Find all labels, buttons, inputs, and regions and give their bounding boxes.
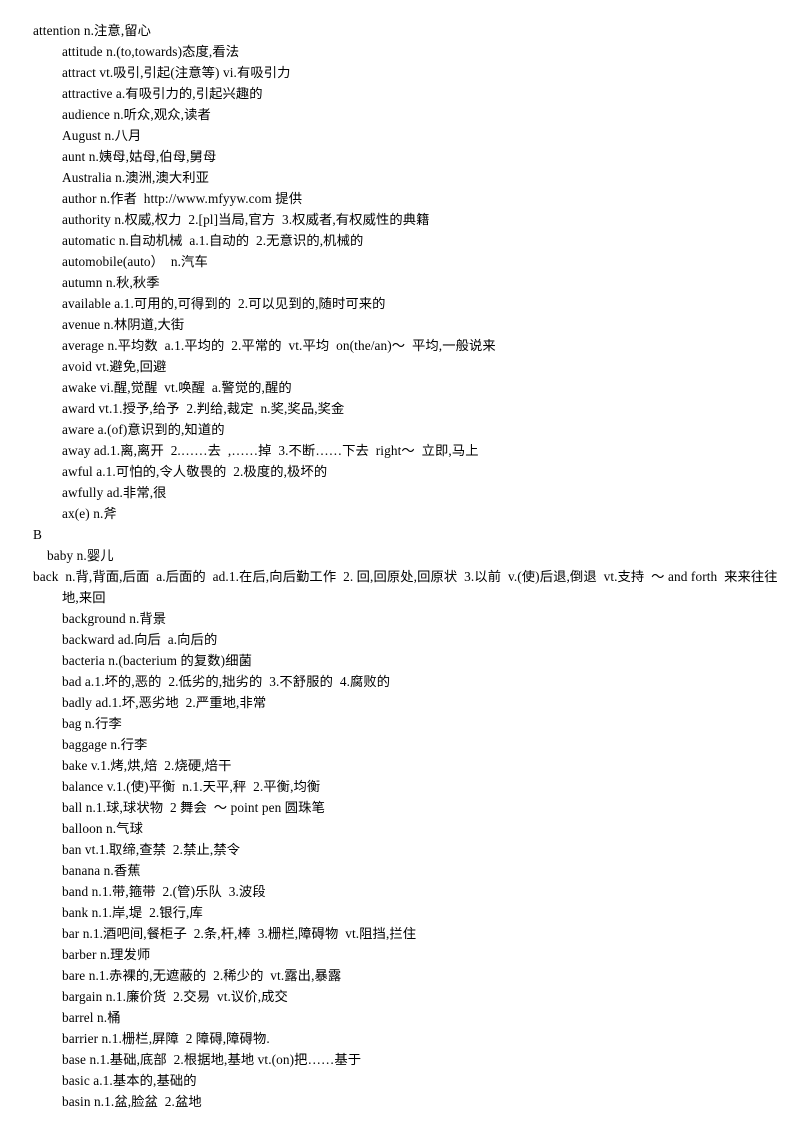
vocabulary-entry: banana n.香蕉 — [62, 863, 141, 878]
vocabulary-entry: bag n.行李 — [62, 716, 122, 731]
vocabulary-entry: attract vt.吸引,引起(注意等) vi.有吸引力 — [62, 65, 291, 80]
vocabulary-entry: bare n.1.赤裸的,无遮蔽的 2.稀少的 vt.露出,暴露 — [62, 968, 342, 983]
vocabulary-entry: awake vi.醒,觉醒 vt.唤醒 a.警觉的,醒的 — [62, 380, 292, 395]
vocabulary-entry: baby n.婴儿 — [47, 548, 114, 563]
vocabulary-entry: barrier n.1.栅栏,屏障 2 障碍,障碍物. — [62, 1031, 270, 1046]
vocabulary-entry: bank n.1.岸,堤 2.银行,库 — [62, 905, 203, 920]
vocabulary-entry: band n.1.带,箍带 2.(管)乐队 3.波段 — [62, 884, 266, 899]
vocabulary-entry: award vt.1.授予,给予 2.判给,裁定 n.奖,奖品,奖金 — [62, 401, 345, 416]
vocabulary-entry: avoid vt.避免,回避 — [62, 359, 167, 374]
vocabulary-entry: awful a.1.可怕的,令人敬畏的 2.极度的,极坏的 — [62, 464, 328, 479]
vocabulary-entry: author n.作者 http://www.mfyyw.com 提供 — [62, 191, 303, 206]
vocabulary-entry: bad a.1.坏的,恶的 2.低劣的,拙劣的 3.不舒服的 4.腐败的 — [62, 674, 391, 689]
vocabulary-entry: Australia n.澳洲,澳大利亚 — [62, 170, 210, 185]
vocabulary-entry: barrel n.桶 — [62, 1010, 121, 1025]
vocabulary-entry: baggage n.行李 — [62, 737, 148, 752]
section-letter-heading: B — [33, 527, 42, 542]
vocabulary-entry: August n.八月 — [62, 128, 142, 143]
vocabulary-entry: base n.1.基础,底部 2.根据地,基地 vt.(on)把……基于 — [62, 1052, 362, 1067]
vocabulary-entry: balance v.1.(使)平衡 n.1.天平,秤 2.平衡,均衡 — [62, 779, 321, 794]
vocabulary-entry: backward ad.向后 a.向后的 — [62, 632, 218, 647]
vocabulary-entry: ball n.1.球,球状物 2 舞会 ～ point pen 圆珠笔 — [62, 800, 325, 815]
vocabulary-entry: bake v.1.烤,烘,焙 2.烧硬,焙干 — [62, 758, 232, 773]
vocabulary-entry: automatic n.自动机械 a.1.自动的 2.无意识的,机械的 — [62, 233, 364, 248]
vocabulary-entry: background n.背景 — [62, 611, 167, 626]
vocabulary-entry: bar n.1.酒吧间,餐柜子 2.条,杆,棒 3.栅栏,障碍物 vt.阻挡,拦… — [62, 926, 417, 941]
vocabulary-entry: bargain n.1.廉价货 2.交易 vt.议价,成交 — [62, 989, 288, 1004]
vocabulary-entry: ax(e) n.斧 — [62, 506, 117, 521]
vocabulary-entry: average n.平均数 a.1.平均的 2.平常的 vt.平均 on(the… — [62, 338, 496, 353]
vocabulary-entry: awfully ad.非常,很 — [62, 485, 167, 500]
document-page: attention n.注意,留心 attitude n.(to,towards)… — [0, 0, 794, 1123]
vocabulary-entry: back n.背,背面,后面 a.后面的 ad.1.在后,向后勤工作 2. 回,… — [33, 569, 778, 605]
vocabulary-entry: balloon n.气球 — [62, 821, 143, 836]
vocabulary-entry-list: attention n.注意,留心 attitude n.(to,towards)… — [0, 20, 794, 1112]
vocabulary-entry: automobile(auto） n.汽车 — [62, 254, 208, 269]
vocabulary-entry: attention n.注意,留心 — [33, 23, 152, 38]
vocabulary-entry: avenue n.林阴道,大街 — [62, 317, 185, 332]
vocabulary-entry: authority n.权威,权力 2.[pl]当局,官方 3.权威者,有权威性… — [62, 212, 430, 227]
vocabulary-entry: available a.1.可用的,可得到的 2.可以见到的,随时可来的 — [62, 296, 386, 311]
vocabulary-entry: aware a.(of)意识到的,知道的 — [62, 422, 225, 437]
vocabulary-entry: attractive a.有吸引力的,引起兴趣的 — [62, 86, 263, 101]
vocabulary-entry: ban vt.1.取缔,查禁 2.禁止,禁令 — [62, 842, 241, 857]
vocabulary-entry: away ad.1.离,离开 2.……去 ,……掉 3.不断……下去 right… — [62, 443, 479, 458]
vocabulary-entry: autumn n.秋,秋季 — [62, 275, 160, 290]
vocabulary-entry: basin n.1.盆,脸盆 2.盆地 — [62, 1094, 202, 1109]
vocabulary-entry: aunt n.姨母,姑母,伯母,舅母 — [62, 149, 217, 164]
vocabulary-entry: basic a.1.基本的,基础的 — [62, 1073, 197, 1088]
vocabulary-entry: attitude n.(to,towards)态度,看法 — [62, 44, 240, 59]
vocabulary-entry: audience n.听众,观众,读者 — [62, 107, 211, 122]
vocabulary-entry: badly ad.1.坏,恶劣地 2.严重地,非常 — [62, 695, 267, 710]
vocabulary-entry: bacteria n.(bacterium 的复数)细菌 — [62, 653, 252, 668]
vocabulary-entry: barber n.理发师 — [62, 947, 151, 962]
